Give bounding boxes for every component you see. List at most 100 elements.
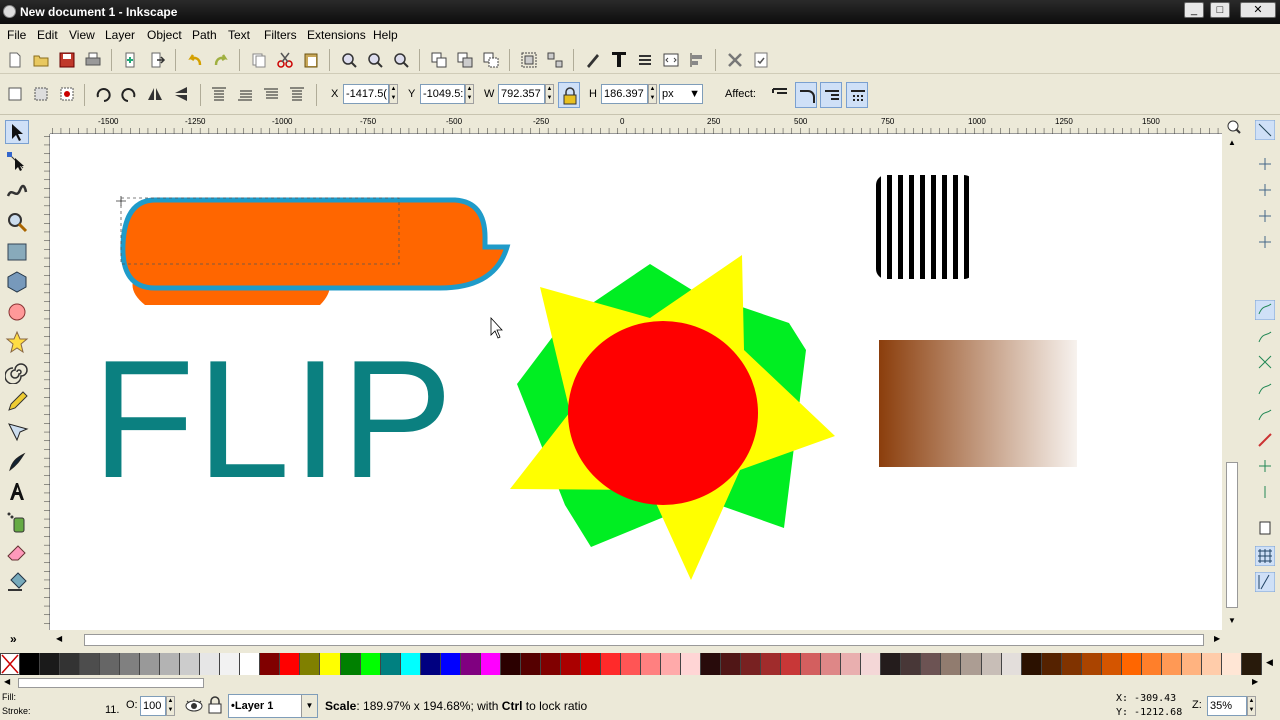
stroke-width-value[interactable]: 11. [105,704,119,716]
paste-icon[interactable] [302,51,320,69]
color-swatch[interactable] [741,653,762,675]
color-swatch[interactable] [721,653,742,675]
color-swatch[interactable] [220,653,241,675]
x-input[interactable]: -1417.5( [343,84,389,104]
color-swatch[interactable] [360,653,381,675]
eraser-tool-icon[interactable] [5,540,29,564]
h-stepper[interactable]: ▲ ▼ [648,84,657,104]
snap-bbox-midpoints-icon[interactable] [1257,234,1273,250]
snap-grid-icon[interactable] [1255,546,1275,566]
snap-bbox-corners-icon[interactable] [1257,208,1273,224]
color-swatch[interactable] [1121,653,1142,675]
color-swatch[interactable] [1081,653,1102,675]
zoom-page-icon[interactable] [392,51,410,69]
snap-bbox-edges-icon[interactable] [1257,182,1273,198]
selector-tool[interactable] [5,120,29,144]
no-paint-swatch[interactable] [0,653,20,675]
color-swatch[interactable] [160,653,181,675]
snap-nodes-icon[interactable] [1255,300,1275,320]
color-swatch[interactable] [500,653,521,675]
save-icon[interactable] [58,51,76,69]
text-font-icon[interactable] [610,50,628,68]
color-swatch[interactable] [681,653,702,675]
calligraphy-tool-icon[interactable] [5,450,29,474]
zoom-corner-icon[interactable] [1225,118,1243,134]
tweak-tool-icon[interactable] [5,180,29,204]
color-swatch[interactable] [180,653,201,675]
color-swatch[interactable] [280,653,301,675]
vertical-scrollbar[interactable]: ▲ ▼ [1222,134,1242,630]
open-icon[interactable] [32,51,50,69]
menu-file[interactable]: File [7,28,26,42]
y-input[interactable]: -1049.5: [420,84,465,104]
zoom-drawing-icon[interactable] [366,51,384,69]
opacity-input[interactable]: 100 [140,696,166,716]
snap-rotation-center-icon[interactable] [1257,484,1273,500]
palette-scroll-thumb[interactable] [18,678,204,688]
color-swatch[interactable] [640,653,661,675]
color-swatch[interactable] [921,653,942,675]
flip-text[interactable]: FLIP [92,325,455,513]
menu-layer[interactable]: Layer [105,28,135,42]
color-swatch[interactable] [1041,653,1062,675]
rectangle-tool-icon[interactable] [5,240,29,264]
undo-icon[interactable] [186,51,204,69]
color-swatch[interactable] [1161,653,1182,675]
scale-corners-toggle[interactable] [795,82,817,108]
fill-stroke-icon[interactable] [584,51,602,69]
snap-cusp-nodes-icon[interactable] [1257,380,1273,396]
print-icon[interactable] [84,51,102,69]
color-swatch[interactable] [901,653,922,675]
color-swatch[interactable] [80,653,101,675]
scroll-right-icon[interactable]: ▶ [1214,634,1220,643]
scroll-down-icon[interactable]: ▼ [1228,616,1236,625]
snap-midpoints-icon[interactable] [1257,432,1273,448]
color-swatch[interactable] [100,653,121,675]
menu-view[interactable]: View [69,28,95,42]
snap-toggle-icon[interactable] [1255,120,1275,140]
color-swatch[interactable] [701,653,722,675]
color-swatch[interactable] [661,653,682,675]
snap-bbox-icon[interactable] [1257,156,1273,172]
color-swatch[interactable] [861,653,882,675]
scroll-left-icon[interactable]: ◀ [56,634,62,643]
color-swatch[interactable] [440,653,461,675]
striped-pattern-rect[interactable] [876,175,974,279]
menu-help[interactable]: Help [373,28,398,42]
color-swatch[interactable] [200,653,221,675]
gradient-rect[interactable] [879,340,1077,467]
xml-editor-icon[interactable] [662,51,680,69]
cut-icon[interactable] [276,51,294,69]
y-stepper[interactable]: ▲ ▼ [465,84,474,104]
raise-icon[interactable] [236,85,254,103]
raise-to-top-icon[interactable] [210,85,228,103]
preferences-icon[interactable] [726,51,744,69]
color-swatch[interactable] [981,653,1002,675]
color-swatch[interactable] [420,653,441,675]
move-gradients-toggle[interactable] [820,82,842,108]
scale-stroke-icon[interactable] [771,85,789,103]
color-swatch[interactable] [300,653,321,675]
snap-page-border-icon[interactable] [1257,520,1273,536]
duplicate-icon[interactable] [430,51,448,69]
layers-icon[interactable] [636,51,654,69]
horizontal-scrollbar[interactable]: » ◀ ▶ [10,630,1250,650]
text-tool-icon[interactable] [5,480,29,504]
pen-tool-icon[interactable] [5,420,29,444]
vertical-scroll-thumb[interactable] [1226,462,1238,608]
export-icon[interactable] [148,51,166,69]
color-swatch[interactable] [961,653,982,675]
color-swatch[interactable] [560,653,581,675]
color-swatch[interactable] [120,653,141,675]
x-stepper[interactable]: ▲ ▼ [389,84,398,104]
snap-object-centers-icon[interactable] [1257,458,1273,474]
w-stepper[interactable]: ▲ ▼ [545,84,554,104]
maximize-button[interactable]: □ [1210,2,1230,18]
move-patterns-toggle[interactable] [846,82,868,108]
unlink-clone-icon[interactable] [482,51,500,69]
color-swatch[interactable] [1061,653,1082,675]
zoom-tool-icon[interactable] [5,210,29,234]
close-button[interactable]: ✕ [1240,2,1276,18]
color-swatch[interactable] [1221,653,1242,675]
star-tool-icon[interactable] [5,330,29,354]
